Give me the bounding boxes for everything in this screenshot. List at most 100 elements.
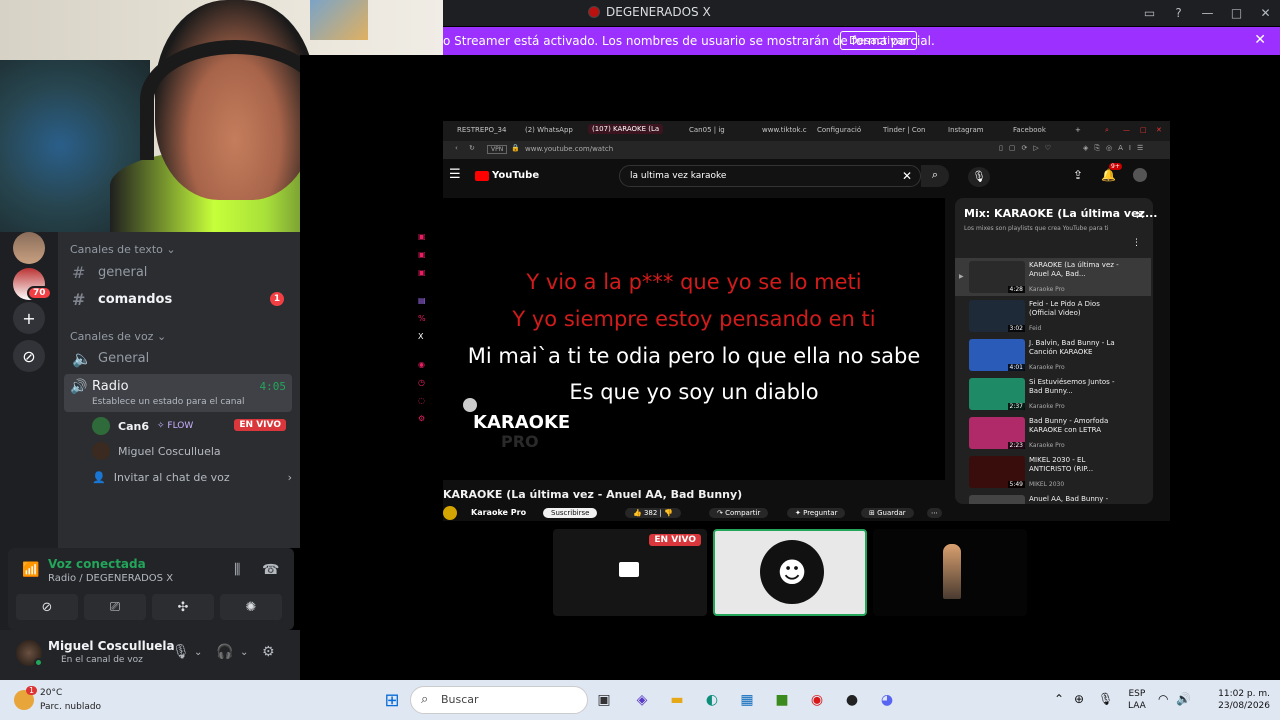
settings-icon[interactable]: ⚙ xyxy=(418,414,425,423)
maximize-button[interactable]: □ xyxy=(1222,0,1251,26)
inbox-icon[interactable]: ▭ xyxy=(1135,0,1164,26)
channel-general[interactable]: # general xyxy=(64,259,292,285)
sidebar-icon[interactable]: % xyxy=(418,314,426,323)
tab[interactable]: RESTREPO_34 xyxy=(457,126,506,134)
camera-button[interactable]: ⊘ xyxy=(16,594,78,620)
share-button[interactable]: ↷ Compartir xyxy=(709,508,769,518)
new-tab-icon[interactable]: + xyxy=(1075,126,1081,134)
youtube-logo[interactable]: YouTube xyxy=(475,170,539,181)
sidebar-icon[interactable]: ▣ xyxy=(418,268,426,277)
windows-start-icon[interactable]: ⊞ xyxy=(380,688,404,712)
channel-avatar[interactable] xyxy=(443,506,457,520)
stream-thumbnail-user[interactable] xyxy=(873,529,1027,616)
settings-gear-icon[interactable]: ⚙ xyxy=(262,644,275,660)
language-indicator[interactable]: ESP LAA xyxy=(1128,688,1146,712)
minimize-icon[interactable]: — xyxy=(1123,126,1130,134)
search-button[interactable]: ⌕ xyxy=(921,165,949,187)
deactivate-button[interactable]: Desactivar xyxy=(840,31,917,50)
tab[interactable]: (2) WhatsApp xyxy=(525,126,573,134)
tab[interactable]: Can05 | ig xyxy=(689,126,725,134)
youtube-search-input[interactable]: la ultima vez karaoke ✕ xyxy=(619,165,921,187)
sidebar-icon[interactable]: ◌ xyxy=(418,396,425,405)
vpn-icon[interactable]: VPN xyxy=(487,145,508,154)
clock[interactable]: 11:02 p. m. 23/08/2026 xyxy=(1218,688,1270,712)
stream-thumbnail-avatar[interactable]: ☻ xyxy=(713,529,867,616)
tab-active[interactable]: (107) KARAOKE (La xyxy=(588,124,664,134)
screen-share-button[interactable]: ⎚ xyxy=(84,594,146,620)
app-red-icon[interactable]: ◉ xyxy=(805,688,829,712)
tray-app-icon[interactable]: ⊕ xyxy=(1074,692,1084,706)
extension-icons[interactable]: ▯▢⟳▷♡ xyxy=(999,144,1057,152)
member-miguel[interactable]: Miguel Cosculluela xyxy=(92,440,221,462)
url-text[interactable]: www.youtube.com/watch xyxy=(525,145,613,153)
tab[interactable]: Facebook xyxy=(1013,126,1046,134)
noise-suppression-icon[interactable]: ⫼ xyxy=(234,562,240,578)
reload-icon[interactable]: ↻ xyxy=(469,144,475,152)
chevron-down-icon[interactable]: ⌄ xyxy=(194,647,202,658)
more-options-icon[interactable]: ⋮ xyxy=(1132,238,1141,248)
banner-close-icon[interactable]: ✕ xyxy=(1254,32,1266,48)
channel-comandos[interactable]: # comandos 1 xyxy=(64,286,292,312)
twitch-icon[interactable]: ▤ xyxy=(418,296,426,305)
playlist-item[interactable]: 5:49 MIKEL 2030 - EL ANTICRISTO (RIP... … xyxy=(955,453,1151,491)
headphones-icon[interactable]: 🎧 xyxy=(216,644,233,660)
ask-button[interactable]: ✦ Preguntar xyxy=(787,508,846,518)
history-icon[interactable]: ◷ xyxy=(418,378,425,387)
more-actions-icon[interactable]: ⋯ xyxy=(927,508,942,518)
maximize-icon[interactable]: □ xyxy=(1140,126,1147,134)
video-player[interactable]: Y vio a la p*** que yo se lo meti Y yo s… xyxy=(443,198,945,480)
voice-category[interactable]: Canales de voz ⌄ xyxy=(70,330,166,343)
discord-icon[interactable]: ◕ xyxy=(875,688,899,712)
voice-search-icon[interactable]: 🎙 xyxy=(968,167,990,187)
soundboard-button[interactable]: ✺ xyxy=(220,594,282,620)
invite-voice-chat[interactable]: 👤 Invitar al chat de voz › xyxy=(92,466,292,488)
app-dark-icon[interactable]: ● xyxy=(840,688,864,712)
voice-channel-general[interactable]: 🔈 General xyxy=(64,345,292,371)
playlist-item[interactable]: 2:37 Si Estuviésemos Juntos - Bad Bunny.… xyxy=(955,375,1151,413)
playlist-item[interactable]: Anuel AA, Bad Bunny - xyxy=(955,492,1151,504)
chevron-down-icon[interactable]: ⌄ xyxy=(240,647,248,658)
playlist-item[interactable]: 2:23 Bad Bunny - Amorfoda KARAOKE con LE… xyxy=(955,414,1151,452)
wifi-icon[interactable]: ◠ xyxy=(1158,692,1168,706)
explore-icon[interactable]: ⊘ xyxy=(13,340,45,372)
m365-icon[interactable]: ◈ xyxy=(630,688,654,712)
tab[interactable]: www.tiktok.c xyxy=(762,126,807,134)
text-category[interactable]: Canales de texto ⌄ xyxy=(70,243,176,256)
file-explorer-icon[interactable]: ▬ xyxy=(665,688,689,712)
activities-button[interactable]: ✣ xyxy=(152,594,214,620)
toolbar-icons[interactable]: ◈⎘◎AI☰ xyxy=(1083,144,1149,153)
playlist-item[interactable]: 3:02 Feid - Le Pido A Dios (Official Vid… xyxy=(955,297,1151,335)
sidebar-icon[interactable]: ◉ xyxy=(418,360,425,369)
taskbar-search[interactable]: ⌕ Buscar xyxy=(410,686,588,714)
close-button[interactable]: ✕ xyxy=(1251,0,1280,26)
task-view-icon[interactable]: ▣ xyxy=(592,688,616,712)
sidebar-icon[interactable]: ▣ xyxy=(418,250,426,259)
playlist-item[interactable]: ▶ 4:28 KARAOKE (La última vez - Anuel AA… xyxy=(955,258,1151,296)
username[interactable]: Miguel Cosculluela xyxy=(48,639,175,653)
server-degenerados[interactable]: 70 xyxy=(13,268,52,300)
search-icon[interactable]: ⌕ xyxy=(1105,126,1109,135)
back-icon[interactable]: ‹ xyxy=(455,144,458,152)
hamburger-menu-icon[interactable]: ☰ xyxy=(449,167,461,182)
account-avatar[interactable] xyxy=(1133,168,1147,182)
tab[interactable]: Instagram xyxy=(948,126,984,134)
voice-location[interactable]: Radio / DEGENERADOS X xyxy=(48,573,173,584)
notifications-bell-icon[interactable]: 🔔 xyxy=(1101,168,1116,182)
voice-channel-radio[interactable]: 🔊 Radio 4:05 Establece un estado para el… xyxy=(64,374,292,412)
store-icon[interactable]: ▦ xyxy=(735,688,759,712)
microphone-tray-icon[interactable]: 🎙 xyxy=(1098,692,1113,706)
microphone-icon[interactable]: 🎙 xyxy=(172,644,190,660)
tab[interactable]: Configuració xyxy=(817,126,861,134)
minecraft-icon[interactable]: ■ xyxy=(770,688,794,712)
disconnect-icon[interactable]: ☎ xyxy=(262,562,279,578)
sidebar-icon[interactable]: ▣ xyxy=(418,232,426,241)
upload-icon[interactable]: ⇪ xyxy=(1073,168,1083,182)
channel-status[interactable]: Establece un estado para el canal xyxy=(92,397,245,407)
x-icon[interactable]: X xyxy=(418,332,423,341)
close-mix-icon[interactable]: ✕ xyxy=(1135,208,1145,222)
edge-icon[interactable]: ◐ xyxy=(700,688,724,712)
stream-thumbnail-screen[interactable]: EN VIVO xyxy=(553,529,707,616)
clear-search-icon[interactable]: ✕ xyxy=(902,169,912,183)
save-button[interactable]: ⊞ Guardar xyxy=(861,508,914,518)
volume-icon[interactable]: 🔊 xyxy=(1176,692,1191,706)
